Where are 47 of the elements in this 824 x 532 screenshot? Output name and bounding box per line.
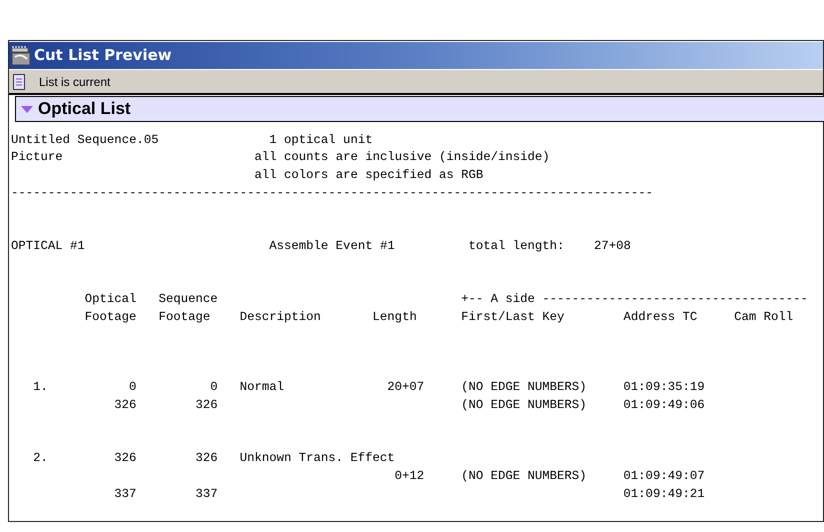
header-note: 1 optical unit — [269, 134, 373, 146]
column-header: Sequence — [158, 292, 218, 306]
column-header: Address TC — [623, 310, 698, 323]
optical-label: OPTICAL #1 — [11, 240, 85, 252]
document-icon — [13, 74, 25, 90]
length: 0+12 — [394, 470, 424, 482]
dashed-separator: --------------------------------------------------------------------------------------- — [11, 186, 654, 200]
header-label: Picture — [11, 151, 63, 164]
window-title: Cut List Preview — [34, 45, 172, 66]
column-header: Length — [372, 310, 417, 323]
address-tc: 01:09:49:07 — [623, 470, 705, 482]
header-note: all colors are specified as RGB — [254, 169, 484, 182]
optical-footage: 326 — [114, 452, 136, 464]
column-header: Footage — [158, 310, 210, 323]
length: 20+07 — [387, 381, 424, 394]
column-header: Cam Roll — [734, 310, 794, 323]
column-header: Footage — [84, 310, 136, 323]
column-header: First/Last Key — [461, 310, 564, 323]
header-label: Untitled Sequence.05 — [11, 134, 159, 146]
event-label: Assemble Event #1 — [269, 240, 395, 252]
edge-key: (NO EDGE NUMBERS) — [461, 470, 587, 482]
sequence-footage: 326 — [195, 452, 218, 464]
address-tc: 01:09:49:21 — [623, 488, 705, 500]
optical-footage: 0 — [129, 381, 136, 394]
header-note: all counts are inclusive (inside/inside) — [254, 151, 550, 164]
section-title: Optical List — [38, 98, 131, 120]
column-header: Optical — [84, 292, 136, 306]
address-tc: 01:09:49:06 — [623, 399, 705, 412]
optical-footage: 337 — [114, 488, 136, 500]
description: Unknown Trans. Effect — [240, 452, 395, 464]
column-header: Description — [240, 310, 321, 323]
item-number: 2. — [33, 452, 48, 464]
sequence-footage: 337 — [195, 488, 218, 500]
collapse-triangle-icon[interactable] — [20, 103, 34, 115]
description: Normal — [240, 381, 284, 394]
total-length-value: 27+08 — [594, 240, 631, 252]
sequence-footage: 326 — [195, 399, 218, 412]
a-side-header: +-- A side ------------------------------------ — [461, 292, 808, 306]
item-number: 1. — [33, 381, 48, 394]
section-header[interactable]: Optical List — [15, 96, 824, 122]
address-tc: 01:09:35:19 — [623, 381, 705, 394]
edge-key: (NO EDGE NUMBERS) — [461, 381, 587, 394]
status-text: List is current — [39, 74, 110, 90]
optical-footage: 326 — [114, 399, 136, 412]
edge-key: (NO EDGE NUMBERS) — [461, 399, 587, 412]
sequence-footage: 0 — [210, 381, 218, 394]
total-length-label: total length: — [468, 240, 564, 252]
